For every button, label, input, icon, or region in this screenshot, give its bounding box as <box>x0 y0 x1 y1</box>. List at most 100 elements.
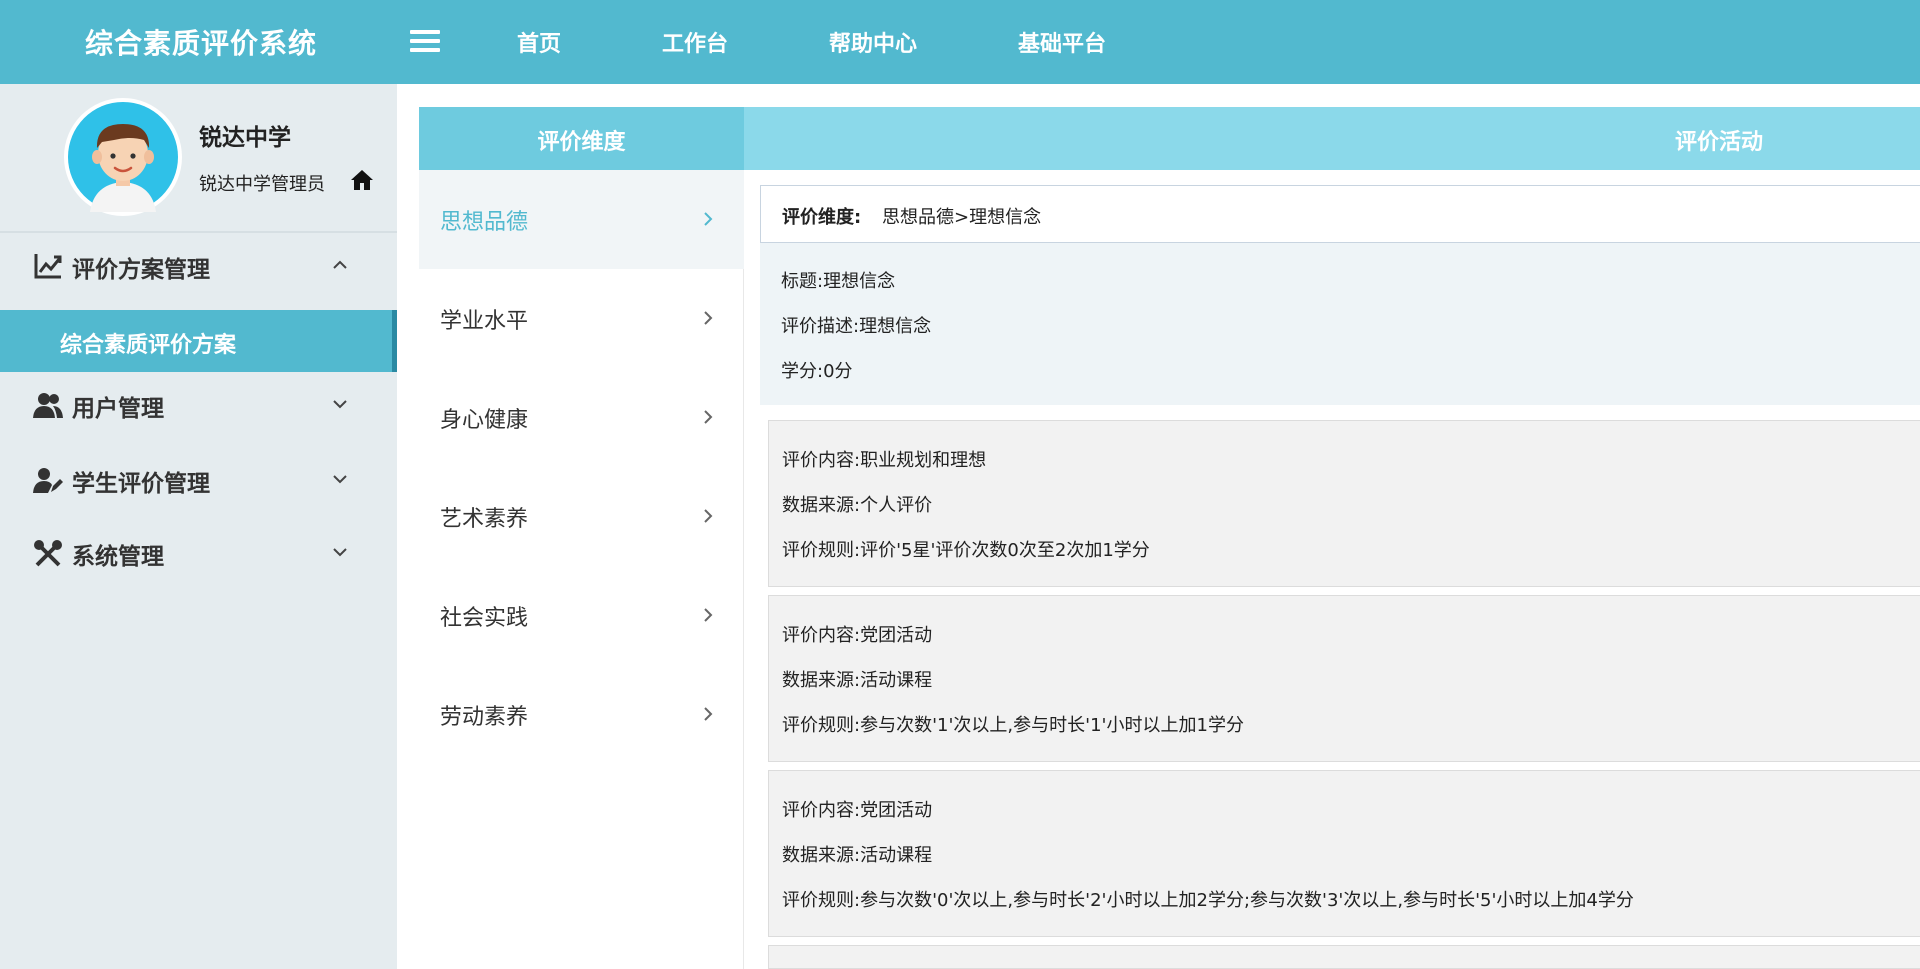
rule-content-row: 评价内容:党团活动 <box>782 796 932 822</box>
desc-label: 评价描述: <box>781 316 860 337</box>
dimension-header-label: 评价维度 <box>537 130 626 155</box>
dimension-label: 劳动素养 <box>440 705 529 730</box>
chart-line-icon <box>34 254 62 279</box>
chevron-up-icon <box>333 260 347 269</box>
menu-student-evaluation[interactable]: 学生评价管理 <box>0 449 397 509</box>
summary-desc-row: 评价描述:理想信念 <box>781 312 931 338</box>
rule-label: 评价规则: <box>782 715 861 736</box>
dimension-label: 身心健康 <box>440 408 529 433</box>
sidebar: 锐达中学 锐达中学管理员 评价方案管理 综合素质评价方案 用户管理 学生评价管理… <box>0 84 397 969</box>
rule-card: 评价内容:职业规划和理想 数据来源:个人评价 评价规则:评价'5星'评价次数0次… <box>768 420 1920 587</box>
activity-panel: 评价维度: 思想品德>理想信念 标题:理想信念 评价描述:理想信念 学分:0分 … <box>760 185 1920 969</box>
rule-card: 评价内容:党团活动 数据来源:活动课程 评价规则:参与次数'1'次以上,参与时长… <box>768 595 1920 762</box>
chevron-right-icon <box>704 311 713 325</box>
content-value: 党团活动 <box>860 800 933 821</box>
admin-name: 锐达中学管理员 <box>199 174 325 195</box>
nav-workbench[interactable]: 工作台 <box>662 26 728 58</box>
credit-value: 0分 <box>823 361 853 382</box>
app-title: 综合素质评价系统 <box>85 27 318 60</box>
dimension-path-value: 思想品德>理想信念 <box>882 207 1042 228</box>
rule-rule-row: 评价规则:参与次数'0'次以上,参与时长'2'小时以上加2学分;参与次数'3'次… <box>782 886 1634 912</box>
nav-home[interactable]: 首页 <box>517 26 561 58</box>
rule-value: 参与次数'0'次以上,参与时长'2'小时以上加2学分;参与次数'3'次以上,参与… <box>860 890 1634 911</box>
menu-system-management[interactable]: 系统管理 <box>0 522 397 582</box>
chevron-right-icon <box>704 212 713 226</box>
content-value: 党团活动 <box>860 625 933 646</box>
menu-evaluation-plan[interactable]: 评价方案管理 <box>0 235 397 295</box>
user-edit-icon <box>33 468 63 493</box>
content-label: 评价内容: <box>782 450 861 471</box>
rule-source-row: 数据来源:活动课程 <box>782 666 932 692</box>
dimension-item-labor[interactable]: 劳动素养 <box>419 665 744 764</box>
dimension-label: 思想品德 <box>440 210 529 235</box>
school-name: 锐达中学 <box>199 125 291 151</box>
dimension-path-label: 评价维度: <box>782 207 862 228</box>
source-label: 数据来源: <box>782 670 861 691</box>
menu-label: 系统管理 <box>72 544 164 570</box>
desc-value: 理想信念 <box>859 316 932 337</box>
user-profile: 锐达中学 锐达中学管理员 <box>0 84 397 233</box>
menu-label: 用户管理 <box>72 396 164 422</box>
dimension-item-arts[interactable]: 艺术素养 <box>419 467 744 566</box>
users-icon <box>33 393 63 418</box>
rule-rule-row: 评价规则:参与次数'1'次以上,参与时长'1'小时以上加1学分 <box>782 711 1244 737</box>
rule-source-row: 数据来源:活动课程 <box>782 841 932 867</box>
submenu-comprehensive-plan[interactable]: 综合素质评价方案 <box>0 310 397 372</box>
dimension-path: 评价维度: 思想品德>理想信念 <box>760 185 1920 243</box>
activity-header: 评价活动 <box>744 107 1920 170</box>
dimension-header: 评价维度 <box>419 107 744 170</box>
rule-value: 评价'5星'评价次数0次至2次加1学分 <box>860 540 1150 561</box>
top-navbar: 综合素质评价系统 首页 工作台 帮助中心 基础平台 <box>0 0 1920 84</box>
dimension-label: 社会实践 <box>440 606 529 631</box>
rule-value: 参与次数'1'次以上,参与时长'1'小时以上加1学分 <box>860 715 1244 736</box>
dimension-label: 艺术素养 <box>440 507 529 532</box>
rule-content-row: 评价内容:职业规划和理想 <box>782 446 986 472</box>
submenu-label: 综合素质评价方案 <box>60 333 237 358</box>
chevron-right-icon <box>704 707 713 721</box>
tools-icon <box>34 540 62 567</box>
source-value: 活动课程 <box>860 670 933 691</box>
dimension-list: 思想品德 学业水平 身心健康 艺术素养 社会实践 劳动素养 <box>419 170 744 969</box>
dimension-label: 学业水平 <box>440 309 529 334</box>
activity-summary: 标题:理想信念 评价描述:理想信念 学分:0分 <box>760 243 1920 405</box>
credit-label: 学分: <box>781 361 824 382</box>
home-icon[interactable] <box>350 168 374 192</box>
chevron-down-icon <box>333 400 347 409</box>
chevron-down-icon <box>333 548 347 557</box>
rule-source-row: 数据来源:个人评价 <box>782 491 932 517</box>
rule-card: 评价内容:党团活动 数据来源:活动课程 评价规则:参与次数'0'次以上,参与时长… <box>768 770 1920 937</box>
chevron-right-icon <box>704 608 713 622</box>
dimension-item-health[interactable]: 身心健康 <box>419 368 744 467</box>
summary-title-row: 标题:理想信念 <box>781 267 895 293</box>
source-label: 数据来源: <box>782 845 861 866</box>
source-label: 数据来源: <box>782 495 861 516</box>
activity-header-label: 评价活动 <box>1675 130 1764 155</box>
chevron-right-icon <box>704 509 713 523</box>
rule-rule-row: 评价规则:评价'5星'评价次数0次至2次加1学分 <box>782 536 1150 562</box>
avatar <box>64 98 182 216</box>
source-value: 个人评价 <box>860 495 933 516</box>
chevron-down-icon <box>333 475 347 484</box>
avatar-illustration <box>68 102 178 212</box>
chevron-right-icon <box>704 410 713 424</box>
rule-content-row: 评价内容:党团活动 <box>782 621 932 647</box>
nav-basic-platform[interactable]: 基础平台 <box>1018 26 1106 58</box>
rule-card-partial <box>768 945 1920 969</box>
rule-label: 评价规则: <box>782 890 861 911</box>
menu-label: 评价方案管理 <box>72 257 210 283</box>
rule-label: 评价规则: <box>782 540 861 561</box>
nav-help-center[interactable]: 帮助中心 <box>829 26 917 58</box>
summary-credit-row: 学分:0分 <box>781 357 853 383</box>
dimension-item-academic[interactable]: 学业水平 <box>419 269 744 368</box>
source-value: 活动课程 <box>860 845 933 866</box>
menu-user-management[interactable]: 用户管理 <box>0 374 397 434</box>
title-value: 理想信念 <box>823 271 896 292</box>
dimension-item-moral[interactable]: 思想品德 <box>419 170 744 269</box>
content-label: 评价内容: <box>782 625 861 646</box>
menu-toggle-icon[interactable] <box>410 30 440 54</box>
content-value: 职业规划和理想 <box>860 450 987 471</box>
dimension-item-social-practice[interactable]: 社会实践 <box>419 566 744 665</box>
content-label: 评价内容: <box>782 800 861 821</box>
menu-label: 学生评价管理 <box>72 471 210 497</box>
title-label: 标题: <box>781 271 824 292</box>
